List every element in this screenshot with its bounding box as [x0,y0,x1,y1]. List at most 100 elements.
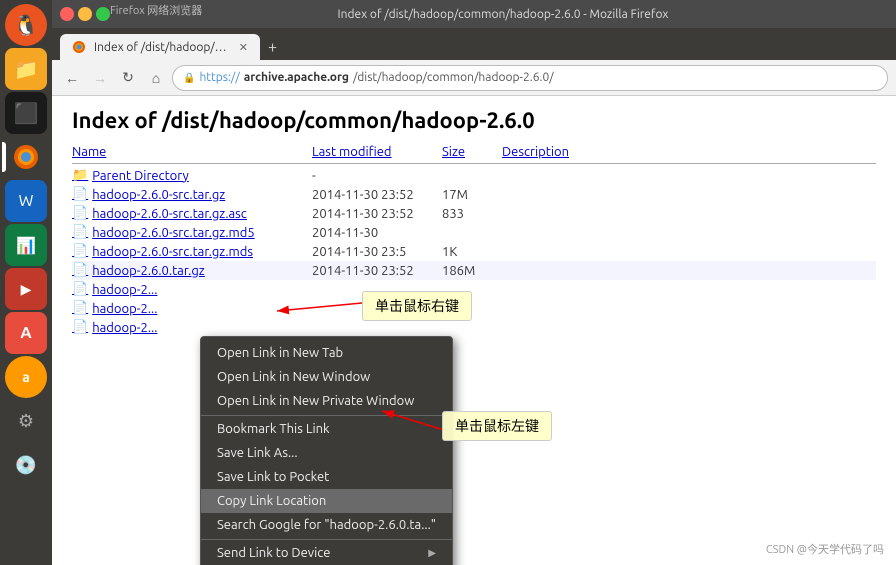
parent-dir-link[interactable]: Parent Directory [92,169,189,183]
ctx-label: Save Link to Pocket [217,470,329,484]
browser-label: Firefox 网络浏览器 [110,2,202,18]
file-link[interactable]: 📁 Parent Directory [72,168,312,183]
file-link[interactable]: 📄 hadoop-2... [72,320,312,335]
table-row: 📄 hadoop-2.6.0.tar.gz 2014-11-30 23:52 1… [72,261,876,280]
file-link[interactable]: 📄 hadoop-2... [72,282,312,297]
taskbar: 🐧 📁 ⬛ W 📊 ▶ A a ⚙ 💿 [0,0,52,565]
taskbar-ubuntu[interactable]: 🐧 [5,4,47,46]
lock-icon: 🔒 [183,72,195,84]
file-icon: 📄 [72,282,88,297]
home-button[interactable]: ⌂ [144,66,168,90]
file-link[interactable]: 📄 hadoop-2.6.0-src.tar.gz.md5 [72,225,312,240]
col-size-header[interactable]: Size [442,145,502,159]
file-link[interactable]: 📄 hadoop-2.6.0-src.tar.gz.asc [72,206,312,221]
file-icon: 📄 [72,263,88,278]
url-path: /dist/hadoop/common/hadoop-2.6.0/ [353,71,554,84]
url-https: https:// [199,71,239,84]
file-size: 17M [442,188,502,202]
watermark: CSDN @今天学代码了吗 [766,541,884,557]
nav-bar: ← → ↻ ⌂ 🔒 https:// archive.apache.org /d… [52,60,896,96]
file-name-text[interactable]: hadoop-2... [92,321,157,335]
file-link[interactable]: 📄 hadoop-2.6.0.tar.gz [72,263,312,278]
url-bar[interactable]: 🔒 https:// archive.apache.org /dist/hado… [172,65,888,91]
submenu-arrow-icon: ▶ [428,547,436,559]
table-row: 📄 hadoop-2.6.0-src.tar.gz 2014-11-30 23:… [72,185,876,204]
file-icon: 📄 [72,244,88,259]
table-row: 📄 hadoop-2... [72,299,876,318]
back-button[interactable]: ← [60,66,84,90]
taskbar-amazon[interactable]: a [5,356,47,398]
firefox-tab-icon [72,40,86,54]
taskbar-settings[interactable]: ⚙ [5,400,47,442]
page-content: Index of /dist/hadoop/common/hadoop-2.6.… [52,96,896,565]
file-link[interactable]: 📄 hadoop-2.6.0-src.tar.gz.mds [72,244,312,259]
minimize-button[interactable] [78,7,92,21]
ctx-label: Save Link As... [217,446,298,460]
folder-icon: 📁 [72,168,88,183]
ctx-label: Open Link in New Private Window [217,394,414,408]
file-link[interactable]: 📄 hadoop-2.6.0-src.tar.gz [72,187,312,202]
ctx-open-private[interactable]: Open Link in New Private Window [201,389,452,413]
taskbar-calc[interactable]: 📊 [5,224,47,266]
active-tab[interactable]: Index of /dist/hadoop/com... ✕ [60,34,260,60]
table-row: 📄 hadoop-2.6.0-src.tar.gz.asc 2014-11-30… [72,204,876,223]
col-desc-header[interactable]: Description [502,145,602,159]
file-icon: 📄 [72,320,88,335]
ctx-open-new-tab[interactable]: Open Link in New Tab [201,341,452,365]
close-button[interactable] [60,7,74,21]
file-name-text[interactable]: hadoop-2.6.0-src.tar.gz.mds [92,245,253,259]
table-row: 📄 hadoop-2.6.0-src.tar.gz.mds 2014-11-30… [72,242,876,261]
window-controls [60,7,110,21]
context-menu: Open Link in New Tab Open Link in New Wi… [200,336,453,565]
forward-button[interactable]: → [88,66,112,90]
ctx-open-new-window[interactable]: Open Link in New Window [201,365,452,389]
file-name-text[interactable]: hadoop-2.6.0-src.tar.gz [92,188,225,202]
tab-close-button[interactable]: ✕ [239,41,248,54]
annotation-right-click: 单击鼠标右键 [362,291,472,321]
taskbar-text[interactable]: A [5,312,47,354]
browser-window: Index of /dist/hadoop/common/hadoop-2.6.… [52,0,896,565]
file-modified: 2014-11-30 23:52 [312,188,442,202]
ctx-search-google[interactable]: Search Google for "hadoop-2.6.0.ta..." [201,513,452,537]
table-row: 📁 Parent Directory - [72,166,876,185]
new-tab-button[interactable]: + [260,38,285,56]
file-name-text[interactable]: hadoop-2... [92,283,157,297]
file-link[interactable]: 📄 hadoop-2... [72,301,312,316]
col-name-header[interactable]: Name [72,145,312,159]
file-name-text[interactable]: hadoop-2.6.0.tar.gz [92,264,205,278]
ctx-label: Open Link in New Window [217,370,370,384]
taskbar-libreoffice[interactable]: W [5,180,47,222]
tab-bar: Index of /dist/hadoop/com... ✕ + [52,28,896,60]
ctx-label: Search Google for "hadoop-2.6.0.ta..." [217,518,436,532]
file-name-text[interactable]: hadoop-2... [92,302,157,316]
taskbar-impress[interactable]: ▶ [5,268,47,310]
col-modified-header[interactable]: Last modified [312,145,442,159]
taskbar-firefox[interactable] [5,136,47,178]
page-title: Index of /dist/hadoop/common/hadoop-2.6.… [72,108,876,133]
file-icon: 📄 [72,187,88,202]
ctx-copy-link[interactable]: Copy Link Location [201,489,452,513]
file-name-text[interactable]: hadoop-2.6.0-src.tar.gz.asc [92,207,247,221]
maximize-button[interactable] [96,7,110,21]
file-icon: 📄 [72,225,88,240]
file-table-header: Name Last modified Size Description [72,145,876,164]
ctx-save-as[interactable]: Save Link As... [201,441,452,465]
taskbar-terminal[interactable]: ⬛ [5,92,47,134]
table-row: 📄 hadoop-2.6.0-src.tar.gz.md5 2014-11-30 [72,223,876,242]
ctx-save-pocket[interactable]: Save Link to Pocket [201,465,452,489]
file-modified: 2014-11-30 23:52 [312,207,442,221]
file-modified: 2014-11-30 23:5 [312,245,442,259]
file-icon: 📄 [72,301,88,316]
taskbar-files[interactable]: 📁 [5,48,47,90]
table-row: 📄 hadoop-2... [72,280,876,299]
window-title: Index of /dist/hadoop/common/hadoop-2.6.… [118,8,888,21]
ctx-bookmark[interactable]: Bookmark This Link [201,415,452,441]
file-name-text[interactable]: hadoop-2.6.0-src.tar.gz.md5 [92,226,255,240]
refresh-button[interactable]: ↻ [116,66,140,90]
ctx-send-device[interactable]: Send Link to Device ▶ [201,539,452,565]
file-size: 1K [442,245,502,259]
taskbar-disc[interactable]: 💿 [5,444,47,486]
table-row: 📄 hadoop-2... [72,318,876,337]
annotation-left-click: 单击鼠标左键 [442,411,552,441]
ctx-label: Bookmark This Link [217,422,330,436]
